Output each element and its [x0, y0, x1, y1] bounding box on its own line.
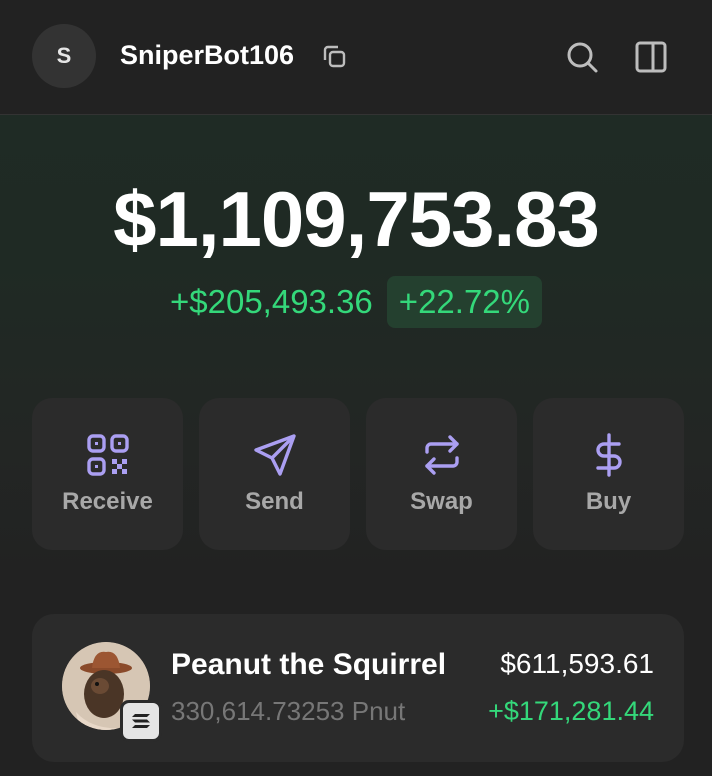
- search-icon[interactable]: [563, 38, 601, 76]
- send-button[interactable]: Send: [199, 398, 350, 550]
- buy-label: Buy: [585, 488, 632, 515]
- avatar[interactable]: S: [32, 24, 96, 88]
- dollar-icon: [595, 433, 622, 477]
- sidebar-panel-icon[interactable]: [632, 38, 670, 76]
- solana-icon: [120, 700, 162, 742]
- receive-label: Receive: [62, 488, 153, 515]
- token-name: Peanut the Squirrel: [171, 648, 447, 681]
- token-change: +$171,281.44: [488, 696, 654, 726]
- swap-icon: [424, 435, 459, 475]
- account-name[interactable]: SniperBot106: [120, 40, 294, 71]
- action-buttons: Receive Send Swap Buy: [32, 398, 684, 550]
- buy-button[interactable]: Buy: [533, 398, 684, 550]
- header-bar: S SniperBot106: [0, 0, 712, 115]
- swap-button[interactable]: Swap: [366, 398, 517, 550]
- change-percent-badge: +22.72%: [386, 276, 542, 328]
- token-row-peanut[interactable]: Peanut the Squirrel 330,614.73253 Pnut $…: [32, 614, 684, 762]
- token-value: $611,593.61: [500, 648, 654, 679]
- change-amount: +$205,493.36: [170, 283, 373, 320]
- qr-code-icon: [86, 434, 129, 476]
- send-icon: [253, 434, 296, 476]
- token-amount: 330,614.73253 Pnut: [171, 696, 406, 726]
- avatar-letter: S: [56, 43, 72, 68]
- copy-icon[interactable]: [320, 42, 350, 72]
- total-balance: $1,109,753.83: [113, 175, 600, 263]
- send-label: Send: [245, 488, 304, 515]
- swap-label: Swap: [410, 488, 473, 515]
- balance-change-row: +$205,493.36 +22.72%: [0, 276, 712, 328]
- receive-button[interactable]: Receive: [32, 398, 183, 550]
